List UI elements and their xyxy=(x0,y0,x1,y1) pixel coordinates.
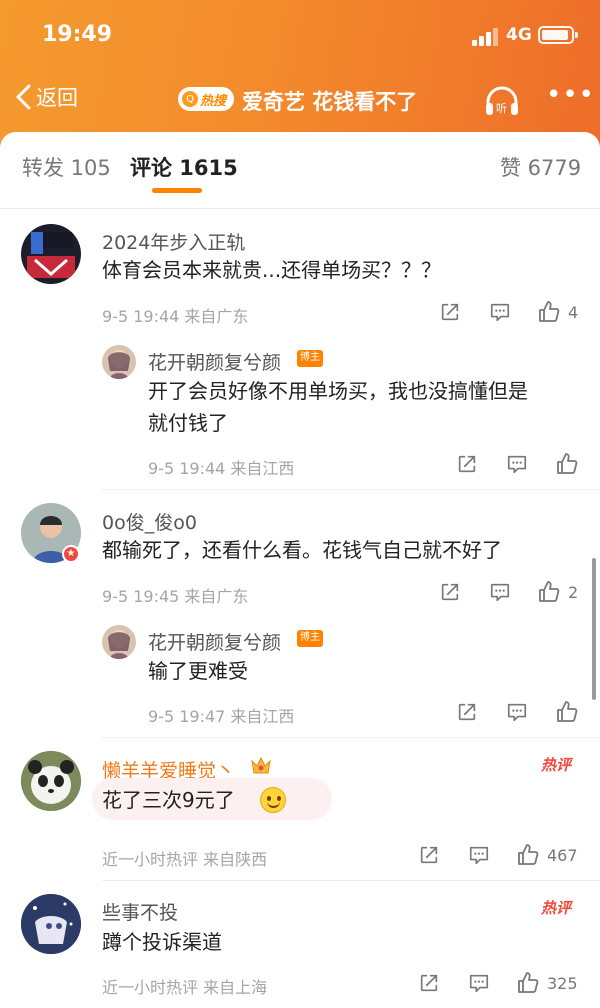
thumbs-up-icon[interactable] xyxy=(537,580,561,604)
comment-text: 体育会员本来就贵...还得单场买？？？ xyxy=(102,258,442,282)
chevron-left-icon xyxy=(16,84,31,110)
comment-user-name[interactable]: 0o俊_俊o0 xyxy=(102,508,197,535)
reply-text: 输了更难受 xyxy=(148,659,248,683)
comment-icon[interactable] xyxy=(489,581,511,603)
network-label: 4G xyxy=(506,25,532,45)
like-count: 2 xyxy=(568,583,579,602)
comment-text: 都输死了，还看什么看。花钱气自己就不好了 xyxy=(102,538,502,562)
tab-bar: 转发 105 评论 1615 赞 6779 xyxy=(0,132,600,209)
tab-likes[interactable]: 赞 6779 xyxy=(500,152,581,182)
thumbs-up-icon[interactable] xyxy=(516,971,540,995)
page-title: 爱奇艺 花钱看不了 xyxy=(242,90,418,114)
thumbs-up-icon[interactable] xyxy=(537,300,561,324)
reply-meta: 9-5 19:47 来自江西 xyxy=(148,707,295,726)
reply-user-name[interactable]: 花开朝颜复兮颜 xyxy=(148,628,281,655)
divider xyxy=(102,737,600,738)
comment-icon[interactable] xyxy=(468,844,490,866)
avatar[interactable] xyxy=(21,894,81,954)
avatar[interactable] xyxy=(102,625,136,659)
hot-search-tag[interactable]: Q 热搜 xyxy=(178,87,234,111)
share-icon[interactable] xyxy=(418,844,440,866)
thumbs-up-icon[interactable] xyxy=(555,700,579,724)
comment-icon[interactable] xyxy=(506,701,528,723)
share-icon[interactable] xyxy=(439,301,461,323)
comment-text: 花了三次9元了 xyxy=(102,788,235,812)
active-tab-indicator xyxy=(152,188,202,193)
avatar[interactable] xyxy=(21,224,81,284)
status-time: 19:49 xyxy=(42,22,113,47)
comment-meta: 近一小时热评 来自上海 xyxy=(102,978,268,997)
thumbs-up-icon[interactable] xyxy=(555,452,579,476)
signal-icon xyxy=(472,28,500,46)
headphones-icon[interactable]: 听 xyxy=(484,84,520,118)
tab-divider xyxy=(0,208,600,209)
search-icon: Q xyxy=(182,91,198,107)
comment-icon[interactable] xyxy=(489,301,511,323)
like-count: 467 xyxy=(547,846,578,865)
crown-icon xyxy=(250,755,272,775)
avatar[interactable] xyxy=(21,751,81,811)
like-count: 4 xyxy=(568,303,579,322)
reply-meta: 9-5 19:44 来自江西 xyxy=(148,459,295,478)
hot-tag-label: 热搜 xyxy=(200,93,227,109)
smile-emoji-icon xyxy=(260,787,286,813)
comment-user-name[interactable]: 些事不投 xyxy=(102,898,178,925)
battery-icon xyxy=(538,26,578,44)
divider xyxy=(102,489,600,490)
thumbs-up-icon[interactable] xyxy=(516,843,540,867)
comment-meta: 9-5 19:44 来自广东 xyxy=(102,307,249,326)
share-icon[interactable] xyxy=(418,972,440,994)
comment-icon[interactable] xyxy=(468,972,490,994)
back-button[interactable]: 返回 xyxy=(14,82,78,112)
back-label: 返回 xyxy=(36,86,78,110)
header-banner: 19:49 4G 返回 Q 热搜 爱奇艺 花钱看不了 听 ••• xyxy=(0,0,600,150)
reply-user-name[interactable]: 花开朝颜复兮颜 xyxy=(148,348,281,375)
comment-meta: 近一小时热评 来自陕西 xyxy=(102,850,268,869)
hot-comment-stamp: 热评 xyxy=(541,756,572,774)
more-icon[interactable]: ••• xyxy=(546,82,595,108)
share-icon[interactable] xyxy=(456,701,478,723)
comment-icon[interactable] xyxy=(506,453,528,475)
status-bar: 19:49 4G xyxy=(0,22,600,52)
share-icon[interactable] xyxy=(439,581,461,603)
reply-text: 就付钱了 xyxy=(148,411,228,435)
comment-text: 蹲个投诉渠道 xyxy=(102,930,222,954)
author-badge: 博主 xyxy=(297,350,323,367)
reply-text: 开了会员好像不用单场买，我也没搞懂但是 xyxy=(148,379,528,403)
hot-comment-stamp: 热评 xyxy=(541,899,572,917)
divider xyxy=(102,880,600,881)
svg-text:听: 听 xyxy=(496,102,507,115)
scrollbar[interactable] xyxy=(592,558,596,700)
comment-user-name[interactable]: 2024年步入正轨 xyxy=(102,228,245,255)
comment-meta: 9-5 19:45 来自广东 xyxy=(102,587,249,606)
tab-comments[interactable]: 评论 1615 xyxy=(130,152,238,182)
author-badge: 博主 xyxy=(297,630,323,647)
vip-badge-icon: ★ xyxy=(62,545,80,563)
nav-bar: 返回 Q 热搜 爱奇艺 花钱看不了 听 ••• xyxy=(0,80,600,120)
share-icon[interactable] xyxy=(456,453,478,475)
avatar[interactable] xyxy=(102,345,136,379)
like-count: 325 xyxy=(547,974,578,993)
tab-repost[interactable]: 转发 105 xyxy=(22,152,111,182)
